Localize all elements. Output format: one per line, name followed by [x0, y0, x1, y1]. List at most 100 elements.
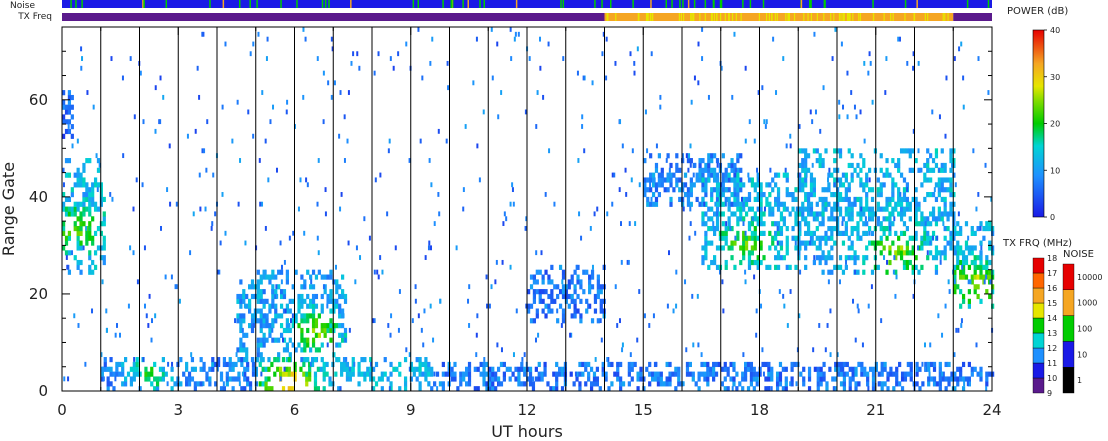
echo-cell [865, 196, 869, 203]
echo-cell [937, 211, 941, 217]
echo-cell [949, 192, 953, 198]
echo-cell [678, 177, 682, 183]
echo-cell [806, 206, 811, 212]
echo-cell [259, 298, 263, 304]
echo-cell [194, 128, 197, 134]
echo-cell [627, 366, 631, 372]
echo-cell [288, 352, 292, 358]
echo-cell [76, 216, 80, 222]
echo-cell [619, 119, 622, 125]
echo-cell [621, 347, 624, 353]
echo-cell [634, 221, 637, 226]
echo-cell [610, 361, 614, 368]
echo-cell [589, 225, 592, 231]
echo-cell [821, 162, 825, 169]
echo-cell [428, 381, 431, 387]
echo-cell [70, 124, 74, 130]
echo-cell [715, 187, 720, 193]
echo-cell [453, 361, 457, 368]
echo-cell [692, 172, 695, 178]
echo-cell [879, 167, 883, 173]
echo-cell [580, 235, 583, 241]
echo-cell [657, 172, 661, 178]
echo-cell [541, 308, 545, 314]
y-axis-label: Range Gate [0, 162, 18, 256]
echo-cell [671, 371, 675, 377]
echo-cell [343, 114, 346, 120]
echo-cell [871, 99, 874, 105]
echo-cell [509, 201, 512, 207]
echo-cell [701, 259, 705, 266]
echo-cell [490, 27, 493, 32]
echo-cell [876, 177, 880, 183]
echo-cell [830, 255, 834, 261]
echo-cell [946, 240, 950, 246]
txfreq-speck [892, 13, 894, 21]
echo-cell [335, 279, 339, 285]
echo-cell [828, 167, 831, 173]
echo-cell [234, 376, 238, 382]
echo-cell [79, 259, 83, 266]
echo-cell [102, 235, 106, 241]
echo-cell [242, 347, 246, 353]
echo-cell [905, 250, 909, 256]
echo-cell [159, 75, 162, 81]
echo-cell [768, 182, 772, 188]
echo-cell [67, 128, 72, 135]
noise-bar-speck [762, 0, 765, 8]
echo-cell [311, 313, 316, 319]
echo-cell [947, 279, 950, 285]
echo-cell [811, 235, 814, 241]
echo-cell [939, 381, 942, 387]
echo-cell [582, 75, 585, 81]
echo-cell [606, 357, 609, 362]
echo-cell [879, 221, 883, 227]
echo-cell [930, 376, 934, 382]
echo-cell [804, 255, 808, 261]
echo-cell [744, 245, 749, 251]
echo-cell [923, 225, 927, 232]
echo-cell [782, 255, 786, 261]
echo-cell [161, 357, 165, 363]
echo-cell [64, 158, 69, 164]
echo-cell [985, 259, 989, 266]
echo-cell [335, 284, 339, 290]
echo-cell [511, 187, 514, 193]
echo-cell [618, 187, 621, 193]
echo-cell [596, 279, 600, 285]
echo-cell [844, 172, 848, 178]
echo-cell [338, 323, 342, 329]
echo-cell [917, 167, 921, 173]
echo-cell [291, 313, 294, 319]
echo-cell [547, 308, 551, 314]
echo-cell [809, 177, 814, 183]
echo-cell [967, 361, 971, 368]
echo-cell [704, 250, 708, 256]
echo-cell [704, 211, 708, 217]
txfreq-speck [842, 13, 845, 21]
echo-cell [221, 192, 224, 197]
echo-cell [832, 386, 835, 391]
echo-cell [982, 235, 986, 241]
echo-cell [807, 366, 812, 372]
echo-cell [747, 250, 752, 256]
echo-cell [707, 225, 711, 232]
echo-cell [961, 269, 966, 275]
echo-cell [785, 250, 789, 256]
echo-cell [245, 357, 249, 363]
echo-cell [669, 196, 673, 203]
echo-cell [576, 308, 580, 314]
echo-cell [778, 381, 783, 387]
echo-cell [475, 352, 478, 358]
echo-cell [282, 293, 287, 300]
echo-cell [878, 381, 881, 387]
txfreq-colorbar-tick-label: 18 [1047, 254, 1057, 263]
echo-cell [245, 352, 249, 358]
echo-cell [789, 289, 792, 294]
echo-cell [611, 201, 614, 207]
echo-cell [926, 230, 930, 236]
echo-cell [403, 376, 408, 382]
echo-cell [436, 386, 439, 391]
echo-cell [76, 172, 80, 178]
echo-cell [959, 245, 963, 251]
